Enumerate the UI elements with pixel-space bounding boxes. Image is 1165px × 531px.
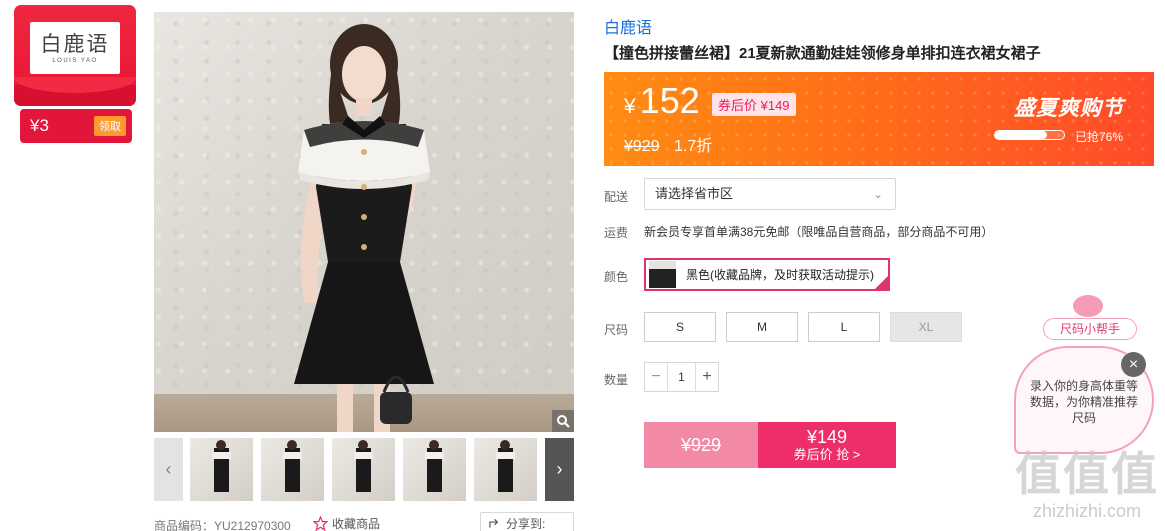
main-product-image[interactable] [154,12,574,432]
size-option[interactable]: L [808,312,880,342]
thumbnail[interactable] [474,438,537,501]
favorite-label: 收藏商品 [332,517,381,531]
price-value: 152 [639,80,700,121]
thumbnail[interactable] [190,438,253,501]
close-icon[interactable]: × [1121,352,1146,377]
share-button[interactable]: 分享到: [480,512,574,531]
promo-title: 盛夏爽购节 [1014,97,1124,120]
thumbnail[interactable] [261,438,324,501]
sold-progress-bar [994,130,1065,140]
thumbnail-figure [283,440,302,492]
favorite-button[interactable]: 收藏商品 [313,515,380,531]
site-watermark: 值值值 zhizhizhi.com [1012,447,1162,527]
color-label: 颜色 [604,270,629,284]
claim-coupon-button[interactable]: 领取 [94,116,126,136]
buy-button[interactable]: ¥929 ¥149 券后价 抢 > [644,422,896,468]
quantity-decrease-button[interactable]: − [645,363,667,391]
buy-coupon-price[interactable]: ¥149 券后价 抢 > [758,422,896,468]
original-price: ¥929 [624,138,660,155]
thumbnail-figure [496,440,515,492]
thumb-prev-button[interactable]: ‹ [154,438,183,501]
brand-logo-en: LOUIS YAO [52,58,98,64]
quantity-value[interactable]: 1 [667,363,696,391]
watermark-url: zhizhizhi.com [1032,501,1142,521]
coupon-price-badge: 券后价 ¥149 [712,93,796,116]
zoom-icon[interactable] [552,410,574,432]
quantity-label: 数量 [604,373,629,387]
thumbnail-figure [425,440,444,492]
quantity-stepper: − 1 + [644,362,719,392]
chevron-down-icon: ⌄ [872,187,883,201]
shipping-info: 新会员专享首单满38元免邮（限唯品自营商品，部分商品不可用） [644,225,994,239]
original-price-row: ¥929 1.7折 [624,132,712,156]
delivery-value: 请选择省市区 [655,186,734,201]
delivery-region-select[interactable]: 请选择省市区 ⌄ [644,178,896,210]
brand-coupon[interactable]: ¥3 领取 [20,109,132,143]
mascot-icon [1073,295,1103,317]
model-figure [294,24,434,432]
share-label: 分享到: [506,516,546,531]
color-option-black[interactable]: 黑色(收藏品牌，及时获取活动提示) [644,258,890,291]
buy-price: ¥149 [806,427,848,447]
sold-progress-text: 已抢76% [1075,130,1124,144]
color-option-label: 黑色(收藏品牌，及时获取活动提示) [686,268,874,282]
thumbnail-figure [212,440,231,492]
thumbnail[interactable] [332,438,395,501]
coupon-amount: ¥3 [30,116,49,135]
product-title: 【撞色拼接蕾丝裙】21夏新款通勤娃娃领修身单排扣连衣裙女裙子 [604,45,1041,62]
thumb-next-button[interactable]: › [545,438,574,501]
star-icon [313,516,328,531]
discount-rate: 1.7折 [674,138,713,155]
size-helper-title[interactable]: 尺码小帮手 [1043,318,1137,340]
card-scallop [14,77,136,106]
size-option-disabled: XL [890,312,962,342]
thumbnail[interactable] [403,438,466,501]
size-option[interactable]: M [726,312,798,342]
brand-logo-cn: 白鹿语 [40,32,110,56]
brand-card[interactable]: 白鹿语 LOUIS YAO [14,5,136,106]
buy-original-price: ¥929 [644,422,758,468]
brand-link[interactable]: 白鹿语 [604,14,652,38]
watermark-logo: 值值值 [1015,448,1159,500]
thumbnail-strip: ‹ › [154,438,574,501]
color-swatch [649,261,676,288]
sold-progress-fill [995,131,1048,139]
product-code: 商品编码：YU212970300 [154,519,291,531]
price-banner: ¥ 152 券后价 ¥149 ¥929 1.7折 盛夏爽购节 已抢76% [604,72,1154,166]
brand-logo: 白鹿语 LOUIS YAO [30,22,120,74]
size-option[interactable]: S [644,312,716,342]
thumbnail-figure [354,440,373,492]
shipping-label: 运费 [604,226,629,240]
share-icon [489,518,499,528]
currency-symbol: ¥ [624,95,636,118]
current-price: ¥ 152 [624,80,700,122]
product-meta: 商品编码：YU212970300 收藏商品 分享到: [154,512,574,531]
quantity-increase-button[interactable]: + [696,363,718,391]
buy-cta: 券后价 抢 > [793,447,861,462]
size-label: 尺码 [604,323,629,337]
buy-original-price-text: ¥929 [680,434,722,455]
selected-check-icon [875,276,888,289]
delivery-label: 配送 [604,190,629,204]
